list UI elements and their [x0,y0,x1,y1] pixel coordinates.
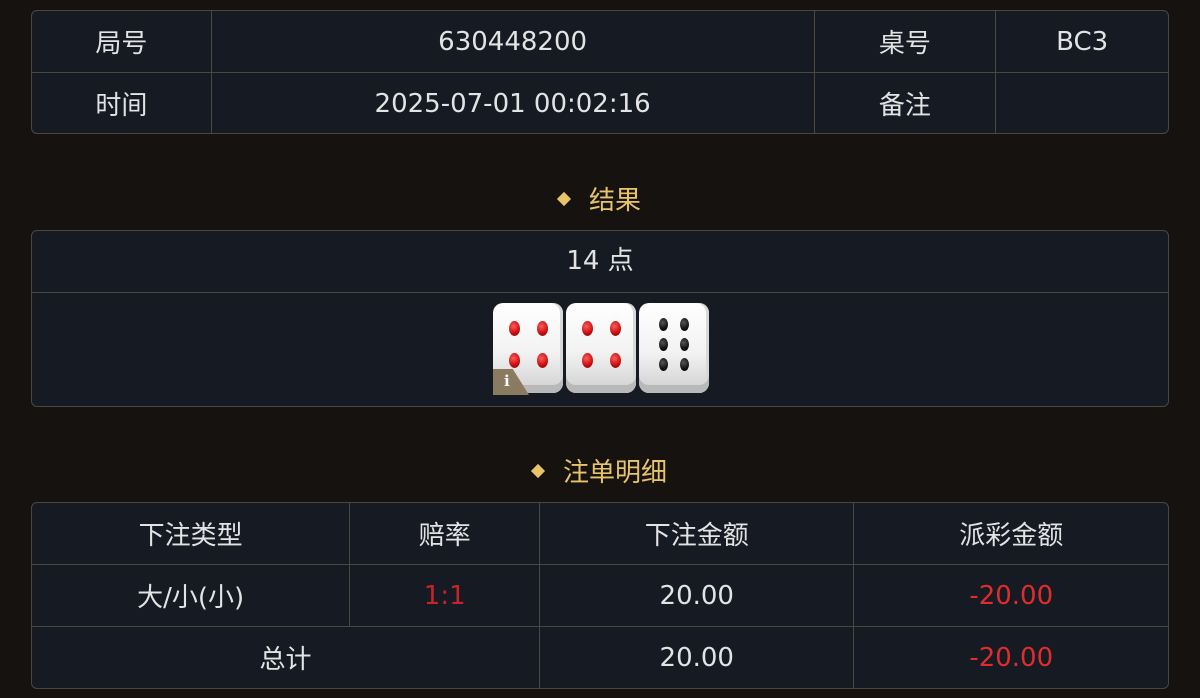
dice-row: i [32,293,1168,406]
die-pip [536,353,548,369]
round-info-table: 局号 630448200 桌号 BC3 时间 2025-07-01 00:02:… [31,10,1169,134]
die-2 [566,303,636,393]
die-pip [508,320,520,336]
die-pip [659,337,668,351]
table-label: 桌号 [814,11,997,73]
bet-details-table: 下注类型 赔率 下注金额 派彩金额 大/小(小) 1:1 20.00 -20.0… [31,502,1169,689]
bet-type-cell: 大/小(小) [32,565,351,627]
bets-section-title: 注单明细 [0,452,1200,489]
payout-cell: -20.00 [854,565,1168,627]
die-pip [680,318,689,332]
die-pip [508,353,520,369]
total-payout: -20.00 [969,642,1054,673]
table-row: 大/小(小) 1:1 20.00 -20.00 [32,565,1168,627]
die-pip [680,357,689,371]
round-label: 局号 [32,11,212,73]
note-label: 备注 [815,73,997,133]
round-value: 630448200 [211,11,815,73]
bet-detail-page: 局号 630448200 桌号 BC3 时间 2025-07-01 00:02:… [0,0,1200,698]
diamond-icon [530,463,546,479]
header-odds: 赔率 [350,503,541,565]
diamond-icon [556,191,572,207]
header-payout: 派彩金额 [854,503,1168,565]
die-pip [581,320,593,336]
odds-cell: 1:1 [350,565,541,627]
bets-header-row: 下注类型 赔率 下注金额 派彩金额 [32,503,1168,565]
result-section-title: 结果 [0,180,1200,217]
bet-amount-cell: 20.00 [540,565,855,627]
die-pip [609,353,621,369]
time-label: 时间 [32,73,212,133]
die-pip [536,320,548,336]
result-title-text: 结果 [588,186,641,216]
time-row: 时间 2025-07-01 00:02:16 备注 [32,73,1168,133]
result-points: 14 点 [32,231,1168,293]
total-label: 总计 [32,627,541,688]
die-pip [581,353,593,369]
result-panel: 14 点 i [31,230,1169,407]
die-pip [609,320,621,336]
table-value: BC3 [996,11,1168,73]
die-3 [639,303,709,393]
die-pip [680,337,689,351]
header-bet-amount: 下注金额 [540,503,855,565]
bets-title-text: 注单明细 [562,458,667,488]
note-value [996,73,1168,133]
time-value: 2025-07-01 00:02:16 [212,73,815,133]
dice-group[interactable]: i [493,303,709,395]
total-row: 总计 20.00 -20.00 [32,627,1168,688]
header-bet-type: 下注类型 [32,503,351,565]
total-amount: 20.00 [540,627,855,688]
die-pip [659,357,668,371]
round-row: 局号 630448200 桌号 BC3 [32,11,1168,73]
die-pip [659,318,668,332]
